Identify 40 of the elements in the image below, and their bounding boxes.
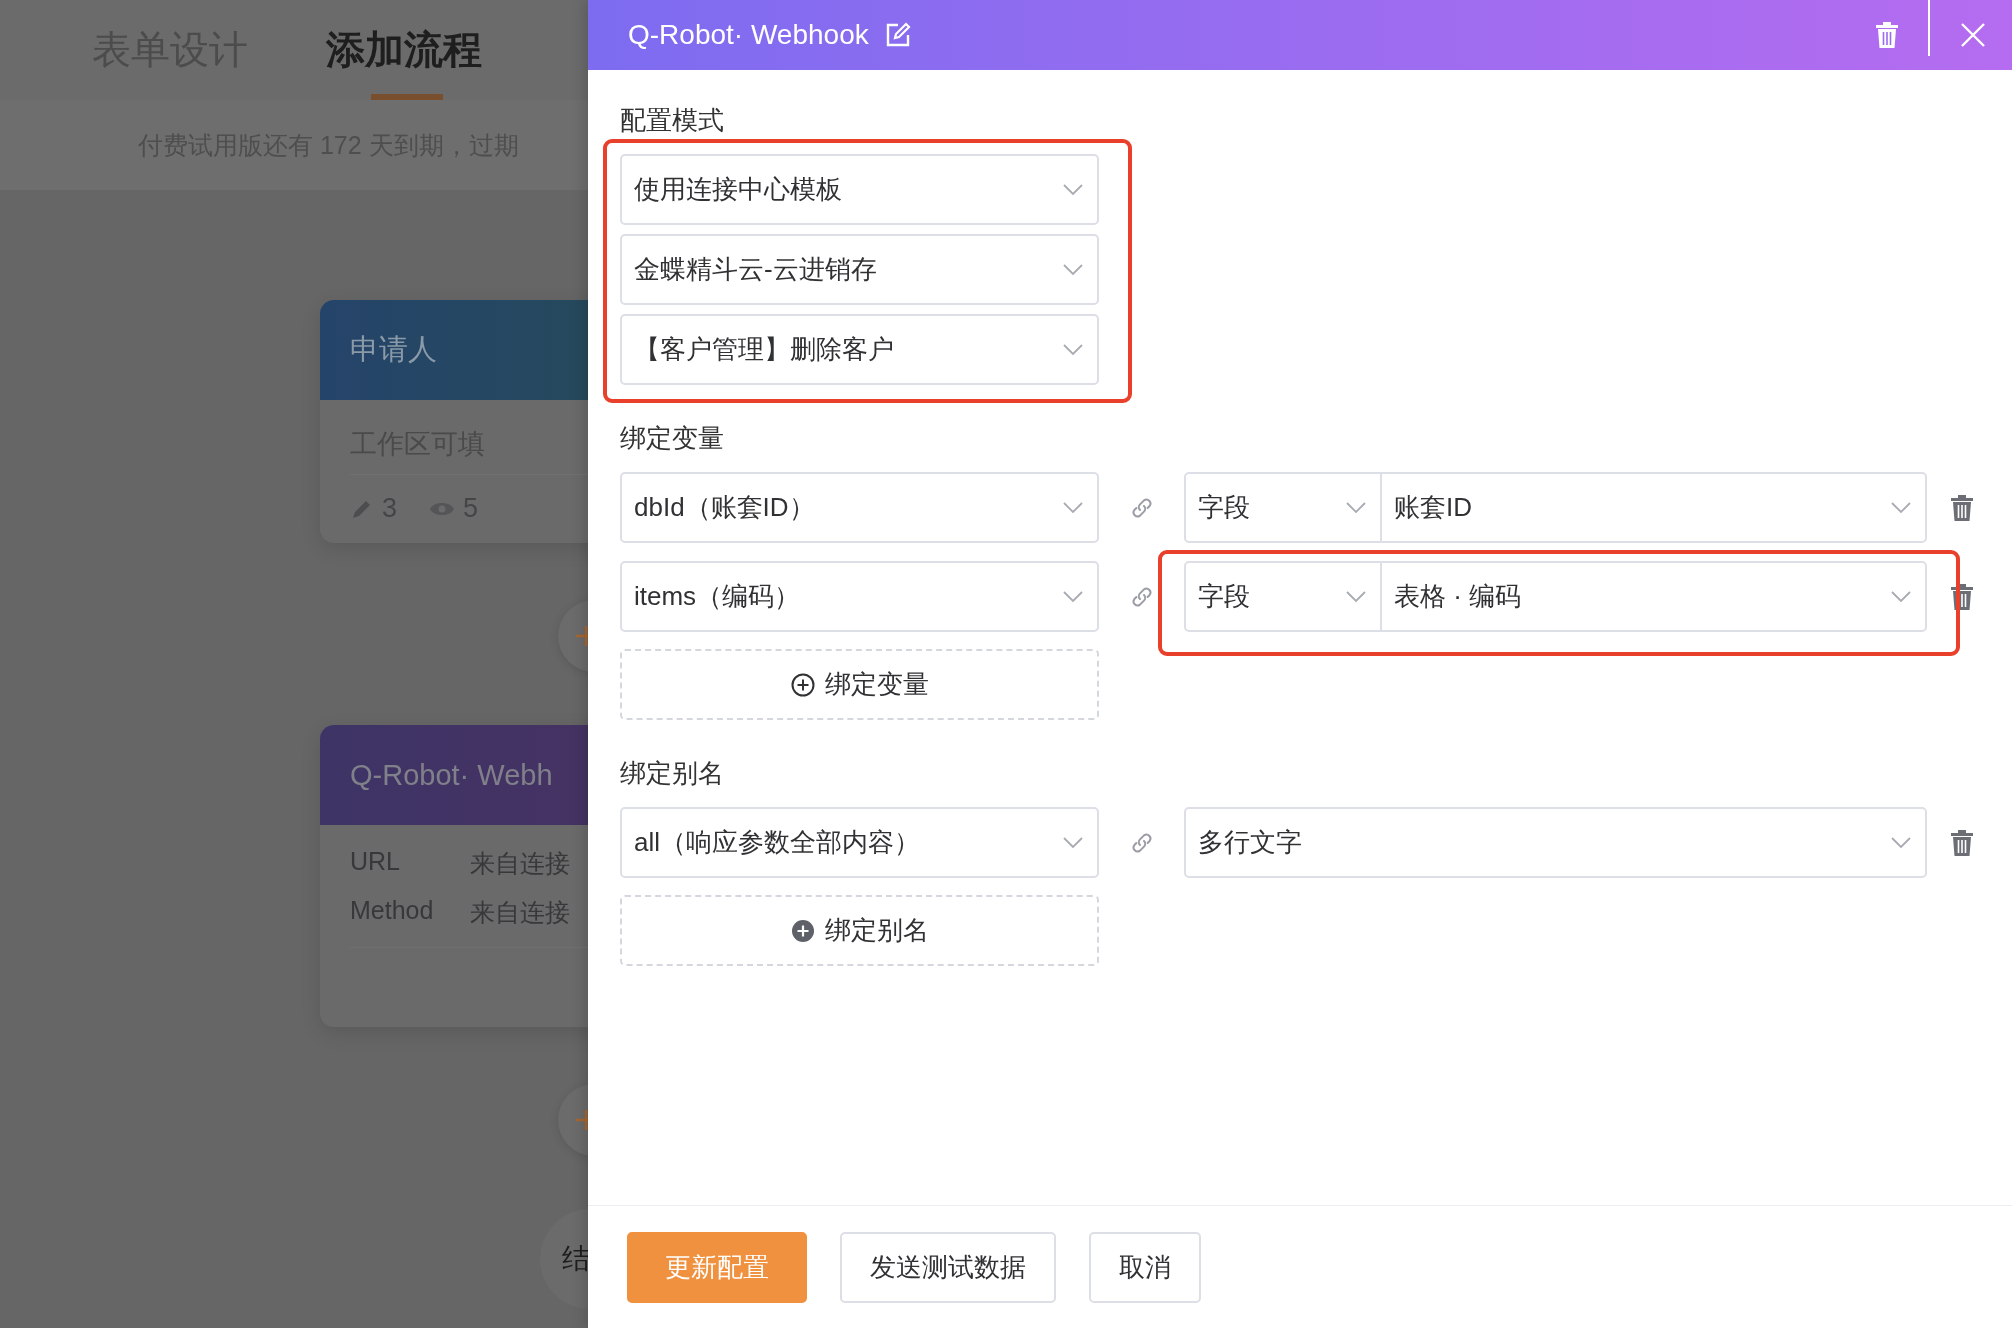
chevron-icon <box>1063 183 1083 196</box>
section-label: 配置模式 <box>620 104 725 136</box>
select-field[interactable]: all（响应参数全部内容） <box>620 807 1099 878</box>
select-field[interactable]: 金蝶精斗云-云进销存 <box>620 234 1099 305</box>
select-field[interactable]: 账套ID <box>1382 472 1927 543</box>
trash-icon[interactable] <box>1951 494 1973 521</box>
chevron-icon <box>1346 501 1366 514</box>
trash-icon[interactable] <box>1951 583 1973 610</box>
action-button[interactable]: 发送测试数据 <box>840 1231 1056 1303</box>
section-label: 绑定别名 <box>620 757 725 789</box>
select-field[interactable]: 字段 <box>1184 561 1382 632</box>
add-alias-button[interactable]: 绑定别名 <box>620 895 1099 966</box>
select-field[interactable]: 使用连接中心模板 <box>620 154 1099 225</box>
chevron-icon <box>1063 836 1083 849</box>
drawer-title: Q-Robot· Webhook <box>628 19 869 51</box>
section-label: 绑定变量 <box>620 422 725 454</box>
select-field[interactable]: 字段 <box>1184 472 1382 543</box>
trash-icon[interactable] <box>1951 829 1973 856</box>
chevron-icon <box>1063 343 1083 356</box>
chevron-icon <box>1063 263 1083 276</box>
plus-circle-icon <box>790 672 815 697</box>
select-field[interactable]: 表格 · 编码 <box>1382 561 1927 632</box>
select-field[interactable]: 【客户管理】删除客户 <box>620 314 1099 385</box>
chevron-icon <box>1891 501 1911 514</box>
node-title: Q-Robot· Webh <box>320 725 588 825</box>
node-title: 申请人 <box>320 300 588 400</box>
select-field[interactable]: 多行文字 <box>1184 807 1927 878</box>
close-icon[interactable] <box>1960 22 1986 48</box>
chevron-icon <box>1891 590 1911 603</box>
chevron-icon <box>1063 590 1083 603</box>
chevron-icon <box>1891 836 1911 849</box>
select-field[interactable]: items（编码） <box>620 561 1099 632</box>
chevron-icon <box>1346 590 1366 603</box>
action-button[interactable]: 取消 <box>1089 1231 1201 1303</box>
edit-icon[interactable] <box>884 22 911 48</box>
select-field[interactable]: dbId（账套ID） <box>620 472 1099 543</box>
add-variable-button[interactable]: 绑定变量 <box>620 649 1099 720</box>
chevron-icon <box>1063 501 1083 514</box>
trash-icon[interactable] <box>1876 22 1898 48</box>
plus-circle-icon <box>790 918 815 943</box>
